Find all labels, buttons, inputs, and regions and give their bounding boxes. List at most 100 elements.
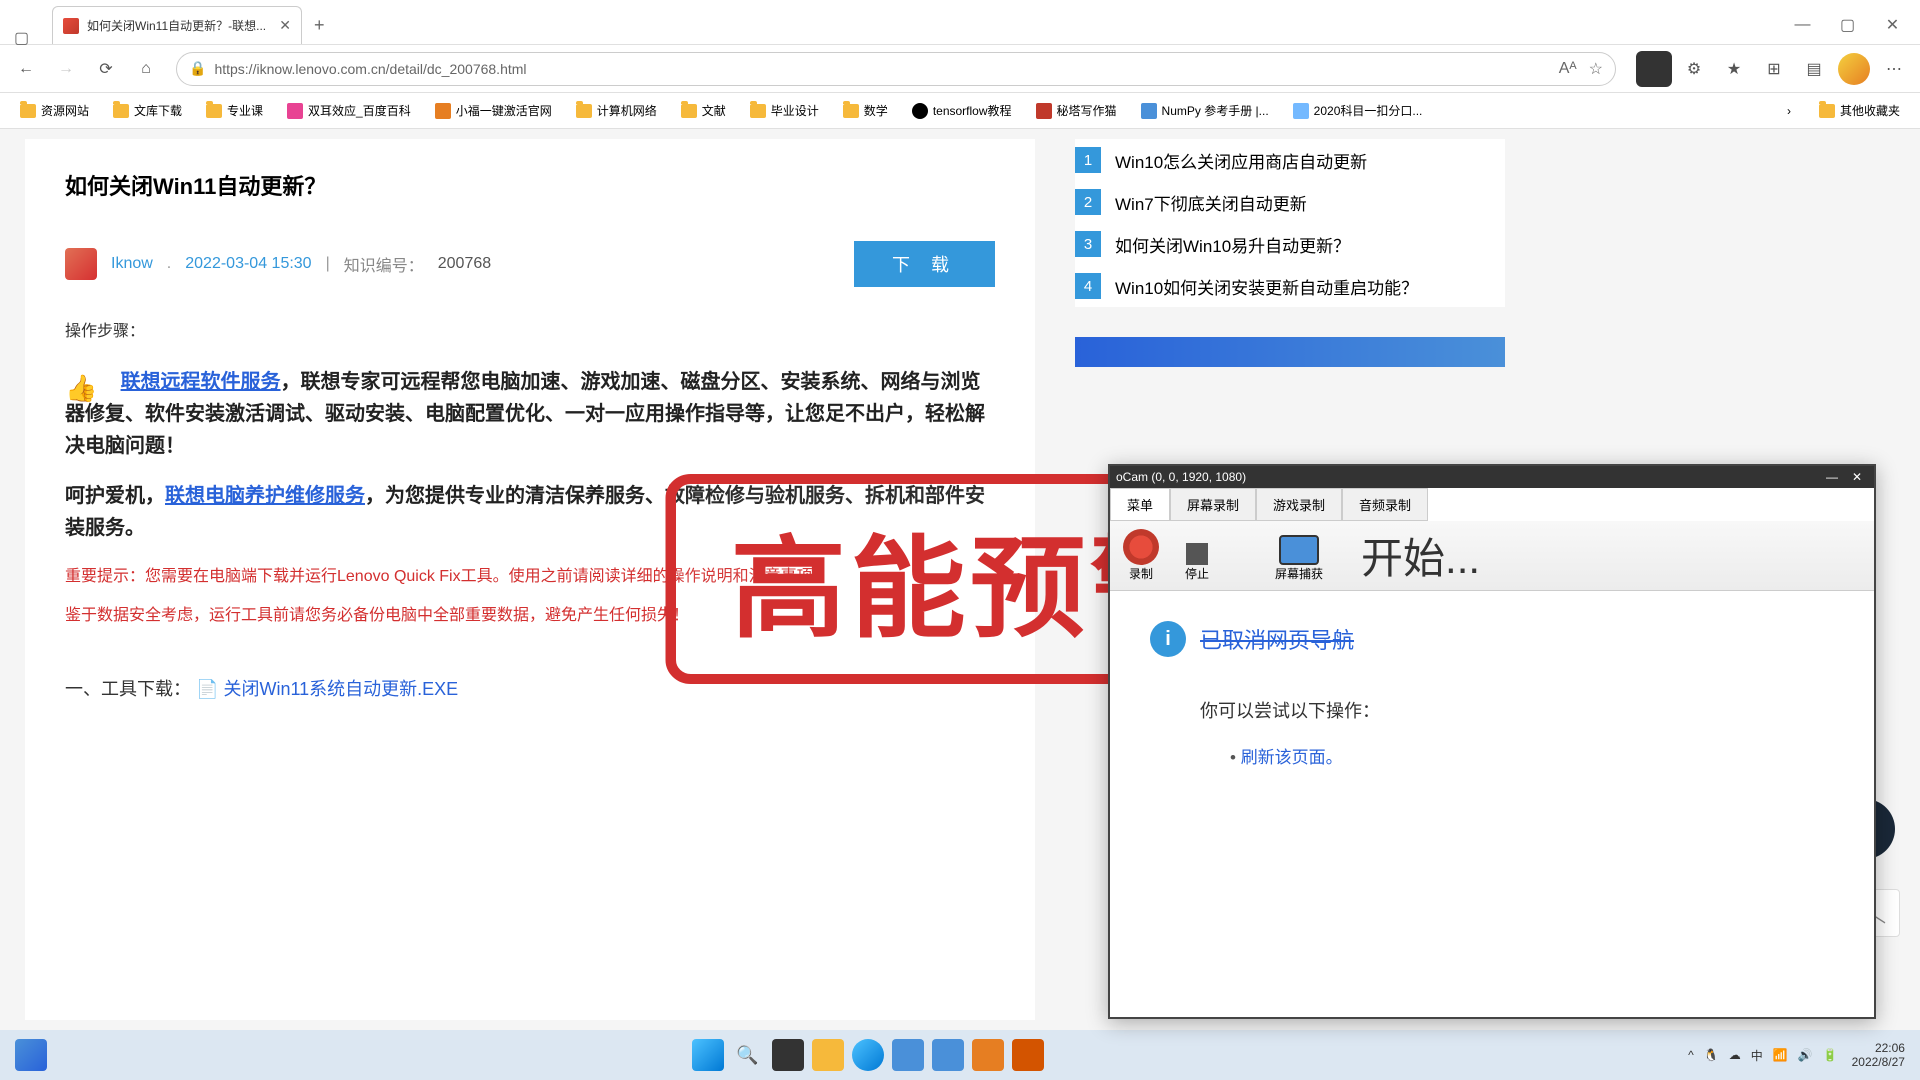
bookmark-item[interactable]: tensorflow教程 [904,98,1020,123]
bookmark-item[interactable]: 计算机网络 [568,98,665,123]
ocam-capture-button[interactable]: 屏幕捕获 [1267,533,1331,584]
author-name[interactable]: Iknow [111,255,153,273]
powerpoint-button[interactable] [1012,1039,1044,1071]
monitor-icon [1279,535,1319,565]
folder-icon [576,104,592,118]
minimize-button[interactable]: — [1780,6,1825,44]
related-item[interactable]: 1Win10怎么关闭应用商店自动更新 [1075,139,1505,181]
favorites-icon[interactable]: ★ [1716,51,1752,87]
ocam-title-text: oCam (0, 0, 1920, 1080) [1116,470,1246,484]
download-section: 一、工具下载： 📄 关闭Win11系统自动更新.EXE [65,675,995,701]
app-button[interactable] [972,1039,1004,1071]
bookmark-item[interactable]: 毕业设计 [742,98,827,123]
site-icon [1036,103,1052,119]
related-item[interactable]: 3如何关闭Win10易升自动更新？ [1075,223,1505,265]
bookmark-item[interactable]: 文献 [673,98,734,123]
ocam-tab-game[interactable]: 游戏录制 [1256,488,1342,521]
folder-icon [20,104,36,118]
tray-cloud-icon[interactable]: ☁ [1729,1048,1741,1062]
extension-icon[interactable] [1636,51,1672,87]
ocam-stop-button[interactable]: 停止 [1177,541,1217,584]
related-item[interactable]: 4Win10如何关闭安装更新自动重启功能？ [1075,265,1505,307]
collections-icon[interactable]: ⊞ [1756,51,1792,87]
refresh-page-link[interactable]: 刷新该页面。 [1230,743,1834,768]
search-button[interactable]: 🔍 [732,1039,764,1071]
paragraph-1: 联想远程软件服务，联想专家可远程帮您电脑加速、游戏加速、磁盘分区、安装系统、网络… [65,366,995,462]
thumbs-up-icon [65,368,115,398]
browser-tab[interactable]: 如何关闭Win11自动更新？-联想... ✕ [52,6,302,44]
tab-title: 如何关闭Win11自动更新？-联想... [87,17,271,34]
profile-avatar[interactable] [1836,51,1872,87]
widgets-button[interactable] [15,1039,47,1071]
back-button[interactable]: ← [8,51,44,87]
site-icon [287,103,303,119]
steps-label: 操作步骤： [65,317,995,341]
bookmark-item[interactable]: 秘塔写作猫 [1028,98,1125,123]
address-bar[interactable]: 🔒 https://iknow.lenovo.com.cn/detail/dc_… [176,52,1616,86]
tray-qq-icon[interactable]: 🐧 [1704,1048,1719,1062]
folder-icon [843,104,859,118]
download-button[interactable]: 下 载 [854,241,995,287]
reading-list-icon[interactable]: ▤ [1796,51,1832,87]
rank-badge: 4 [1075,273,1101,299]
text-size-icon[interactable]: Aᴬ [1559,60,1577,78]
tab-actions-icon[interactable]: ▢ [14,28,30,44]
bookmark-item[interactable]: 小福一键激活官网 [427,98,560,123]
close-window-button[interactable]: ✕ [1870,6,1915,44]
extensions-menu-icon[interactable]: ⚙ [1676,51,1712,87]
ocam-titlebar[interactable]: oCam (0, 0, 1920, 1080) — ✕ [1110,466,1874,488]
site-icon [1293,103,1309,119]
maximize-button[interactable]: ▢ [1825,6,1870,44]
bookmark-item[interactable]: 2020科目一扣分口... [1285,98,1431,123]
bookmark-item[interactable]: NumPy 参考手册 |... [1133,98,1277,123]
ocam-record-button[interactable]: 录制 [1115,527,1167,584]
publish-date: 2022-03-04 15:30 [185,255,311,273]
edge-button[interactable] [852,1039,884,1071]
article-title: 如何关闭Win11自动更新？ [65,169,995,201]
start-button[interactable] [692,1039,724,1071]
paragraph-2: 呵护爱机，联想电脑养护维修服务，为您提供专业的清洁保养服务、故障检修与验机服务、… [65,480,995,544]
ocam-close-icon[interactable]: ✕ [1846,470,1868,484]
site-icon [1141,103,1157,119]
ocam-window[interactable]: oCam (0, 0, 1920, 1080) — ✕ 菜单 屏幕录制 游戏录制… [1108,464,1876,1019]
bookmark-item[interactable]: 数学 [835,98,896,123]
warning-2: 鉴于数据安全考虑，运行工具前请您务必备份电脑中全部重要数据，避免产生任何损失！ [65,601,995,625]
maintenance-link[interactable]: 联想电脑养护维修服务 [165,485,365,507]
related-item[interactable]: 2Win7下彻底关闭自动更新 [1075,181,1505,223]
ocam-minimize-icon[interactable]: — [1820,470,1844,484]
bookmark-item[interactable]: 资源网站 [12,98,97,123]
stop-icon [1186,543,1208,565]
store-button[interactable] [892,1039,924,1071]
rank-badge: 1 [1075,147,1101,173]
task-view-button[interactable] [772,1039,804,1071]
close-tab-icon[interactable]: ✕ [279,17,291,34]
tray-battery-icon[interactable]: 🔋 [1823,1048,1838,1062]
promo-banner[interactable] [1075,337,1505,367]
bookmarks-overflow-icon[interactable]: › [1775,100,1803,122]
bookmark-item[interactable]: 文库下载 [105,98,190,123]
ocam-tab-screen[interactable]: 屏幕录制 [1170,488,1256,521]
lock-icon: 🔒 [189,60,206,77]
ocam-tab-audio[interactable]: 音频录制 [1342,488,1428,521]
new-tab-button[interactable]: + [314,15,325,36]
file-explorer-button[interactable] [812,1039,844,1071]
article-id: 200768 [438,255,491,273]
bookmark-item[interactable]: 专业课 [198,98,271,123]
id-label: 知识编号： [344,252,424,276]
tray-volume-icon[interactable]: 🔊 [1798,1048,1813,1062]
home-button[interactable]: ⌂ [128,51,164,87]
info-icon: i [1150,621,1186,657]
ocam-tab-menu[interactable]: 菜单 [1110,488,1170,521]
refresh-button[interactable]: ⟳ [88,51,124,87]
favorite-star-icon[interactable]: ☆ [1589,59,1603,79]
url-text: https://iknow.lenovo.com.cn/detail/dc_20… [214,61,1558,77]
tray-wifi-icon[interactable]: 📶 [1773,1048,1788,1062]
mail-button[interactable] [932,1039,964,1071]
download-link[interactable]: 关闭Win11系统自动更新.EXE [223,679,458,699]
remote-service-link[interactable]: 联想远程软件服务 [121,371,281,393]
tray-chevron-icon[interactable]: ^ [1688,1048,1694,1062]
github-icon [912,103,928,119]
more-menu-icon[interactable]: ⋯ [1876,51,1912,87]
bookmark-item[interactable]: 双耳效应_百度百科 [279,98,419,123]
other-bookmarks[interactable]: 其他收藏夹 [1811,98,1908,123]
